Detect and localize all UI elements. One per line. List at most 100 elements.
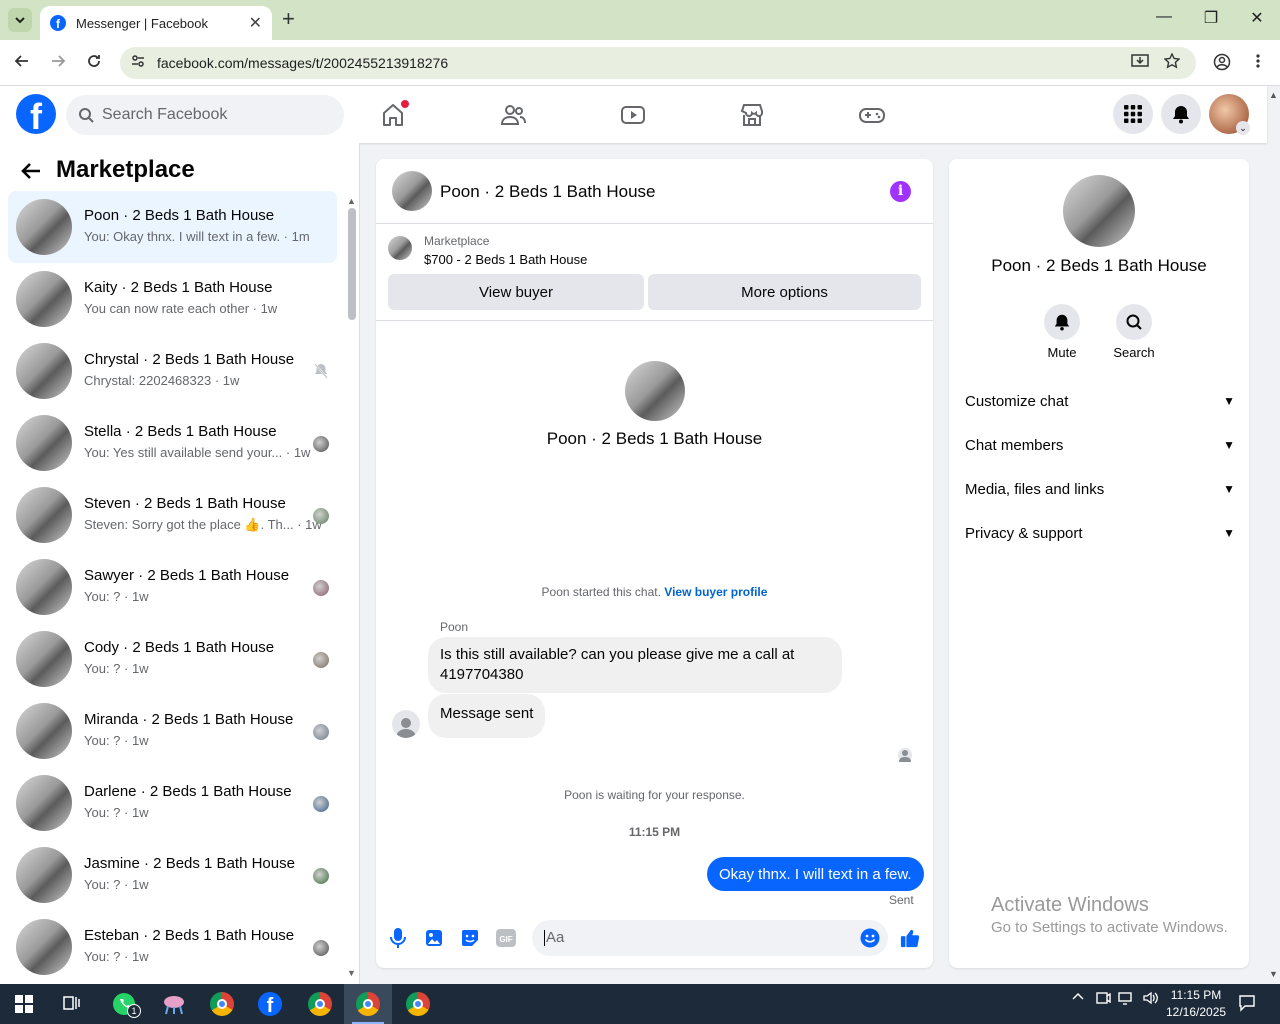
page-scroll-down-arrow[interactable]: ▼ xyxy=(1269,969,1278,979)
conversation-item[interactable]: Darlene · 2 Beds 1 Bath House You: ? · 1w xyxy=(8,767,337,839)
text-caret xyxy=(544,930,545,947)
media-files-links-row[interactable]: Media, files and links ▼ xyxy=(965,477,1235,501)
site-info-icon[interactable] xyxy=(130,53,146,74)
facebook-logo[interactable]: f xyxy=(16,94,56,134)
chrome-taskbar-app[interactable] xyxy=(394,984,442,1024)
chrome-taskbar-app[interactable] xyxy=(296,984,344,1024)
microphone-icon[interactable] xyxy=(388,928,408,948)
friends-nav-icon[interactable] xyxy=(499,101,527,129)
clock-time: 11:15 PM xyxy=(1170,988,1222,1002)
conversation-item[interactable]: Poon · 2 Beds 1 Bath House You: Okay thnx… xyxy=(8,191,337,263)
close-window-button[interactable]: ✕ xyxy=(1234,8,1280,28)
chat-header-avatar[interactable] xyxy=(392,171,432,211)
page-scroll-up-arrow[interactable]: ▲ xyxy=(1269,90,1278,100)
browser-menu-icon[interactable] xyxy=(1255,53,1261,74)
url-text[interactable]: facebook.com/messages/t/2002455213918276 xyxy=(157,55,448,71)
taskbar-clock[interactable]: 11:15 PM 12/16/2025 xyxy=(1166,987,1226,1021)
conversation-item[interactable]: Chrystal · 2 Beds 1 Bath House Chrystal: … xyxy=(8,335,337,407)
gaming-nav-icon[interactable] xyxy=(858,101,886,129)
whatsapp-taskbar-app[interactable]: 1 xyxy=(100,984,148,1024)
chrome-taskbar-app[interactable] xyxy=(198,984,246,1024)
sticker-icon[interactable] xyxy=(460,928,480,948)
mute-button[interactable] xyxy=(1044,304,1080,340)
notification-center-icon[interactable] xyxy=(1238,994,1256,1015)
incoming-message[interactable]: Is this still available? can you please … xyxy=(428,637,842,693)
meet-now-icon[interactable] xyxy=(1095,990,1111,1009)
sender-avatar[interactable] xyxy=(392,710,420,738)
facebook-favicon-icon: f xyxy=(50,15,66,31)
more-options-button[interactable]: More options xyxy=(648,274,921,310)
notifications-button[interactable] xyxy=(1161,94,1201,134)
scroll-down-arrow[interactable]: ▼ xyxy=(347,968,356,978)
search-in-chat-button[interactable] xyxy=(1116,304,1152,340)
pinned-app[interactable] xyxy=(150,984,198,1024)
facebook-taskbar-app[interactable]: f xyxy=(246,984,294,1024)
like-thumb-icon[interactable] xyxy=(900,928,920,948)
profile-icon[interactable] xyxy=(1213,53,1231,76)
new-tab-button[interactable]: + xyxy=(282,8,295,30)
chrome-icon xyxy=(406,992,430,1016)
conversation-item[interactable]: Kaity · 2 Beds 1 Bath House You can now r… xyxy=(8,263,337,335)
view-buyer-profile-link[interactable]: View buyer profile xyxy=(664,585,767,599)
conversation-item[interactable]: Sawyer · 2 Beds 1 Bath House You: ? · 1w xyxy=(8,551,337,623)
facebook-search-input[interactable]: Search Facebook xyxy=(66,95,344,135)
task-view-button[interactable] xyxy=(48,984,96,1024)
conversation-preview: You: ? · 1w xyxy=(84,733,149,748)
outgoing-message[interactable]: Okay thnx. I will text in a few. xyxy=(707,857,924,891)
panel-title: Marketplace xyxy=(56,156,195,183)
photo-icon[interactable] xyxy=(424,928,444,948)
bookmark-star-icon[interactable] xyxy=(1163,52,1181,74)
chat-list-scrollbar[interactable] xyxy=(348,208,356,320)
tray-chevron-up-icon[interactable] xyxy=(1071,990,1085,1007)
section-label: Privacy & support xyxy=(965,524,1083,542)
start-button[interactable] xyxy=(0,984,48,1024)
notification-dot xyxy=(401,100,409,108)
conversation-thumbnail xyxy=(16,847,72,903)
tab-search-dropdown[interactable] xyxy=(8,8,32,32)
menu-grid-button[interactable] xyxy=(1113,94,1153,134)
forward-button[interactable] xyxy=(47,53,69,73)
tab-close-button[interactable]: ✕ xyxy=(249,13,262,33)
conversation-preview: You can now rate each other · 1w xyxy=(84,301,278,316)
install-app-icon[interactable] xyxy=(1131,53,1149,74)
minimize-button[interactable]: — xyxy=(1141,8,1187,26)
conversation-item[interactable]: Esteban · 2 Beds 1 Bath House You: ? · 1w xyxy=(8,911,337,983)
network-icon[interactable] xyxy=(1118,990,1136,1009)
reload-button[interactable] xyxy=(83,53,105,73)
browser-tab[interactable]: f Messenger | Facebook ✕ xyxy=(40,6,272,40)
listing-thumbnail[interactable] xyxy=(388,236,412,260)
person-icon xyxy=(899,750,911,762)
scroll-up-arrow[interactable]: ▲ xyxy=(347,196,356,206)
chat-members-row[interactable]: Chat members ▼ xyxy=(965,433,1235,457)
incoming-message[interactable]: Message sent xyxy=(428,694,546,738)
message-input[interactable]: Aa xyxy=(532,920,888,956)
video-nav-icon[interactable] xyxy=(619,101,647,129)
customize-chat-row[interactable]: Customize chat ▼ xyxy=(965,389,1235,413)
maximize-button[interactable]: ❐ xyxy=(1188,8,1234,28)
privacy-support-row[interactable]: Privacy & support ▼ xyxy=(965,521,1235,545)
conversation-item[interactable]: Miranda · 2 Beds 1 Bath House You: ? · 1w xyxy=(8,695,337,767)
conversation-item[interactable]: Cody · 2 Beds 1 Bath House You: ? · 1w xyxy=(8,623,337,695)
conversation-preview: You: Okay thnx. I will text in a few. · … xyxy=(84,229,310,244)
conversation-item[interactable]: Jasmine · 2 Beds 1 Bath House You: ? · 1w xyxy=(8,839,337,911)
back-arrow-icon xyxy=(21,163,40,179)
chat-title[interactable]: Poon · 2 Beds 1 Bath House xyxy=(440,182,655,202)
chrome-taskbar-app-active[interactable] xyxy=(344,984,392,1024)
view-buyer-button[interactable]: View buyer xyxy=(388,274,644,310)
waiting-notice: Poon is waiting for your response. xyxy=(564,788,745,802)
buyer-avatar[interactable] xyxy=(625,361,685,421)
gif-icon[interactable]: GIF xyxy=(496,928,516,948)
conversation-name: Chrystal · 2 Beds 1 Bath House xyxy=(84,351,295,368)
conversation-item[interactable]: Stella · 2 Beds 1 Bath House You: Yes sti… xyxy=(8,407,337,479)
volume-icon[interactable] xyxy=(1142,990,1158,1009)
profile-avatar-large[interactable] xyxy=(1063,175,1135,247)
marketplace-nav-icon[interactable] xyxy=(738,101,766,129)
conversation-item[interactable]: Steven · 2 Beds 1 Bath House Steven: Sorr… xyxy=(8,479,337,551)
account-chevron-icon[interactable]: ⌄ xyxy=(1236,121,1250,135)
info-icon[interactable]: i xyxy=(890,181,911,202)
back-button[interactable] xyxy=(11,53,33,73)
listing-title[interactable]: $700 - 2 Beds 1 Bath House xyxy=(424,252,587,267)
grid-icon xyxy=(1124,105,1142,123)
emoji-icon[interactable] xyxy=(860,928,880,948)
back-arrow-button[interactable] xyxy=(20,160,42,186)
